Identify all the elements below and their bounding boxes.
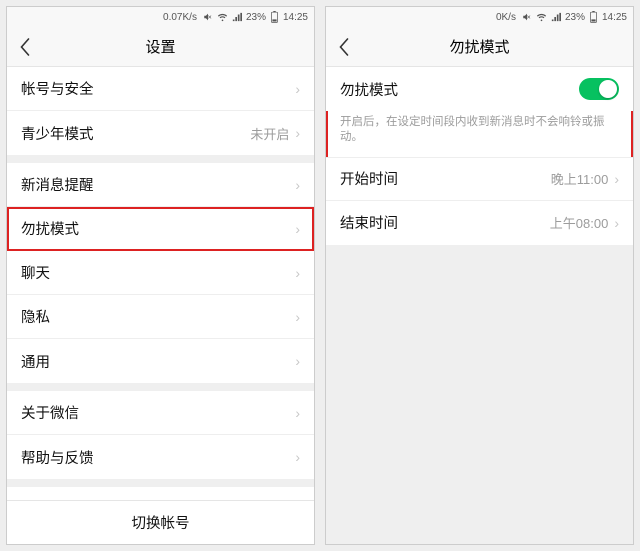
chevron-right-icon: ›: [295, 405, 300, 421]
dnd-content: 勿扰模式 开启后，在设定时间段内收到新消息时不会响铃或振动。 开始时间 晚上11…: [326, 67, 633, 544]
chevron-right-icon: ›: [295, 265, 300, 281]
row-label: 通用: [21, 351, 295, 372]
chevron-right-icon: ›: [295, 81, 300, 97]
row-label: 帮助与反馈: [21, 447, 295, 468]
battery-percent: 23%: [565, 12, 585, 23]
back-button[interactable]: [326, 27, 362, 67]
page-title: 设置: [7, 36, 314, 57]
chevron-right-icon: ›: [614, 171, 619, 187]
settings-row-青少年模式[interactable]: 青少年模式未开启 ›: [7, 111, 314, 155]
chevron-left-icon: [20, 38, 31, 56]
dnd-toggle-label: 勿扰模式: [340, 79, 579, 100]
row-label: 隐私: [21, 306, 295, 327]
settings-group: 插件⊕›: [7, 487, 314, 500]
dnd-toggle-row[interactable]: 勿扰模式: [326, 67, 633, 111]
settings-row-帮助与反馈[interactable]: 帮助与反馈›: [7, 435, 314, 479]
wifi-icon: [536, 12, 547, 22]
chevron-right-icon: ›: [295, 125, 300, 141]
settings-row-关于微信[interactable]: 关于微信›: [7, 391, 314, 435]
chevron-right-icon: ›: [614, 215, 619, 231]
end-time-row[interactable]: 结束时间 上午08:00 ›: [326, 201, 633, 245]
chevron-left-icon: [339, 38, 350, 56]
settings-row-隐私[interactable]: 隐私›: [7, 295, 314, 339]
row-label: 聊天: [21, 262, 295, 283]
chevron-right-icon: ›: [295, 353, 300, 369]
settings-group: 关于微信›帮助与反馈›: [7, 391, 314, 479]
page-title: 勿扰模式: [326, 36, 633, 57]
back-button[interactable]: [7, 27, 43, 67]
settings-row-插件[interactable]: 插件⊕›: [7, 487, 314, 500]
status-bar: 0.07K/s 23% 14:25: [7, 7, 314, 27]
signal-icon: [232, 12, 242, 22]
row-value: 未开启: [250, 124, 289, 143]
settings-row-通用[interactable]: 通用›: [7, 339, 314, 383]
end-time-label: 结束时间: [340, 212, 550, 233]
row-label: 勿扰模式: [21, 218, 295, 239]
settings-group: 新消息提醒›勿扰模式›聊天›隐私›通用›: [7, 163, 314, 383]
mute-icon: [522, 12, 532, 22]
row-label: 帐号与安全: [21, 78, 295, 99]
settings-row-聊天[interactable]: 聊天›: [7, 251, 314, 295]
end-time-value: 上午08:00: [550, 213, 609, 232]
row-label: 关于微信: [21, 402, 295, 423]
settings-group: 帐号与安全›青少年模式未开启›: [7, 67, 314, 155]
settings-row-新消息提醒[interactable]: 新消息提醒›: [7, 163, 314, 207]
chevron-right-icon: ›: [295, 449, 300, 465]
mute-icon: [203, 12, 213, 22]
start-time-value: 晚上11:00: [551, 169, 609, 188]
chevron-right-icon: ›: [295, 309, 300, 325]
settings-row-勿扰模式[interactable]: 勿扰模式›: [7, 207, 314, 251]
net-speed: 0K/s: [496, 12, 516, 23]
battery-icon: [270, 11, 279, 23]
clock: 14:25: [283, 12, 308, 23]
dnd-description: 开启后，在设定时间段内收到新消息时不会响铃或振动。: [326, 111, 633, 157]
phone-settings: 0.07K/s 23% 14:25 设置 帐号与安全›青少年模式未开启›新消息提…: [6, 6, 315, 545]
net-speed: 0.07K/s: [163, 12, 197, 23]
dnd-toggle[interactable]: [579, 78, 619, 100]
phone-dnd: 0K/s 23% 14:25 勿扰模式 勿扰模式 开启后，在设定时间段内收到新消…: [325, 6, 634, 545]
battery-percent: 23%: [246, 12, 266, 23]
signal-icon: [551, 12, 561, 22]
clock: 14:25: [602, 12, 627, 23]
row-label: 新消息提醒: [21, 174, 295, 195]
wifi-icon: [217, 12, 228, 22]
battery-icon: [589, 11, 598, 23]
navbar: 勿扰模式: [326, 27, 633, 67]
settings-content: 帐号与安全›青少年模式未开启›新消息提醒›勿扰模式›聊天›隐私›通用›关于微信›…: [7, 67, 314, 500]
start-time-label: 开始时间: [340, 168, 551, 189]
switch-account-label: 切换帐号: [132, 512, 190, 533]
row-label: 插件: [21, 499, 282, 501]
navbar: 设置: [7, 27, 314, 67]
switch-account-button[interactable]: 切换帐号: [7, 500, 314, 544]
chevron-right-icon: ›: [295, 221, 300, 237]
start-time-row[interactable]: 开始时间 晚上11:00 ›: [326, 157, 633, 201]
settings-row-帐号与安全[interactable]: 帐号与安全›: [7, 67, 314, 111]
dnd-highlight-box: 勿扰模式 开启后，在设定时间段内收到新消息时不会响铃或振动。 开始时间 晚上11…: [326, 67, 633, 245]
chevron-right-icon: ›: [295, 177, 300, 193]
status-bar: 0K/s 23% 14:25: [326, 7, 633, 27]
row-label: 青少年模式: [21, 123, 250, 144]
